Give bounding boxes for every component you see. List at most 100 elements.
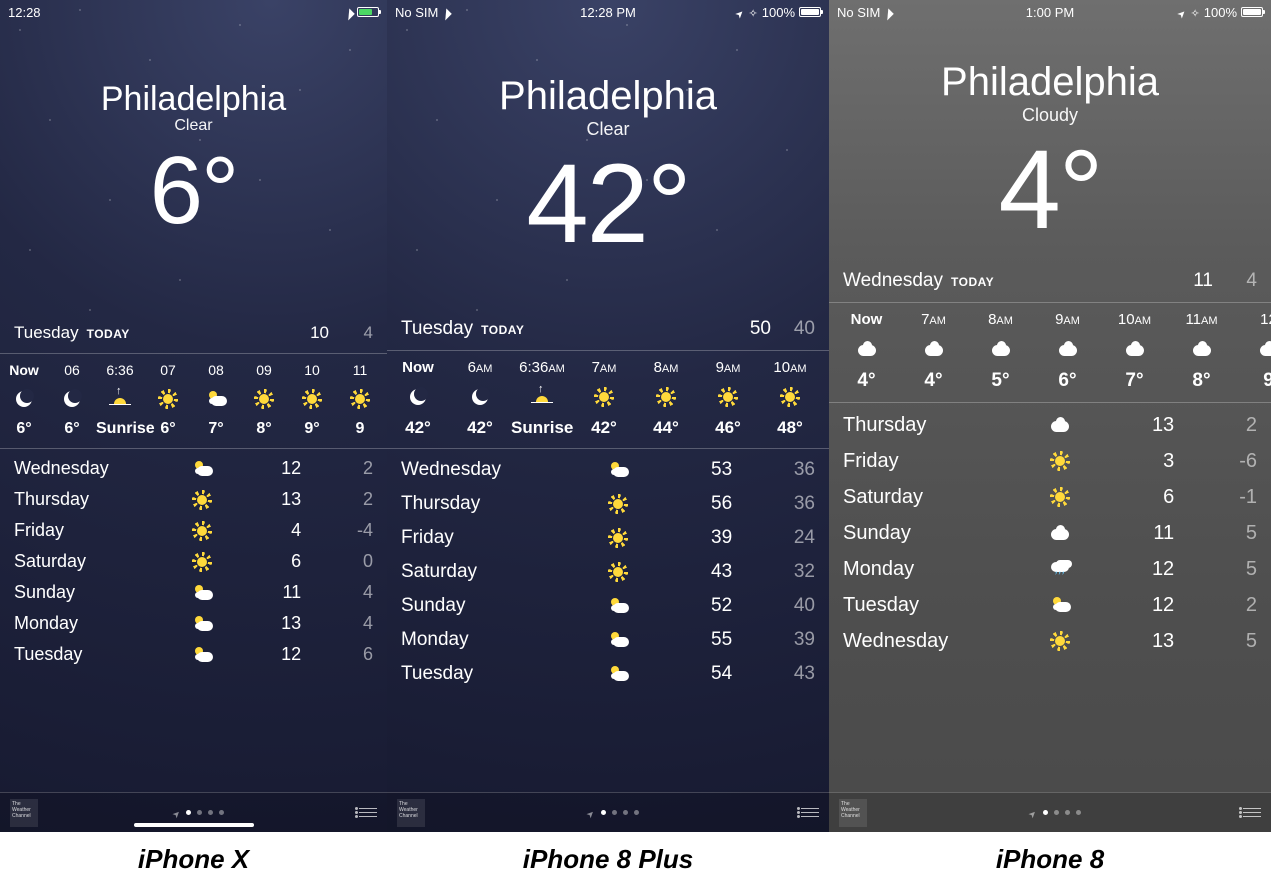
sun-icon (157, 388, 179, 410)
day-icon-wrap (1029, 630, 1091, 652)
cloud-icon (856, 338, 878, 360)
hour-icon-wrap (0, 384, 48, 414)
day-name: Sunday (401, 595, 587, 617)
hourly-slot: 8AM5° (967, 311, 1034, 392)
weather-channel-logo[interactable]: The Weather Channel (10, 799, 38, 827)
hour-value: 9 (1235, 370, 1271, 392)
hour-label: 10AM (1101, 311, 1168, 328)
list-button[interactable] (1243, 808, 1261, 817)
today-high: 11 (1169, 270, 1213, 292)
sun-icon (607, 561, 629, 583)
hour-icon-wrap (144, 384, 192, 414)
current-temp: 42 (387, 148, 829, 260)
sun-icon (1049, 630, 1071, 652)
hour-label: 11AM (1168, 311, 1235, 328)
hour-label: 10AM (759, 359, 821, 376)
partly-icon (607, 663, 629, 685)
hourly-slot: 129 (1235, 311, 1271, 392)
hour-value: 42° (449, 418, 511, 438)
weather-channel-logo[interactable]: The Weather Channel (839, 799, 867, 827)
hourly-slot: 076° (144, 362, 192, 438)
page-dot (186, 810, 191, 815)
daily-row: Friday3924 (401, 521, 815, 555)
hour-label: 11 (336, 362, 384, 378)
phone-iphone-8: No SIM 1:00 PM 100% Philadelphia Cloudy … (829, 0, 1271, 832)
hourly-slot: 7AM4° (900, 311, 967, 392)
daily-forecast[interactable]: Wednesday5336Thursday5636Friday3924Satur… (387, 449, 829, 695)
daily-row: Saturday4332 (401, 555, 815, 589)
daily-row: Monday5539 (401, 623, 815, 657)
city-name: Philadelphia (0, 80, 387, 119)
status-bar: 12:28 (0, 0, 387, 24)
day-icon-wrap (176, 458, 230, 480)
day-name: Thursday (401, 493, 587, 515)
today-high: 10 (285, 323, 329, 343)
hour-icon-wrap (240, 384, 288, 414)
city-name: Philadelphia (387, 74, 829, 119)
current-weather: Philadelphia Cloudy 4 (829, 24, 1271, 246)
home-indicator[interactable] (134, 823, 254, 827)
hourly-slot: 066° (48, 362, 96, 438)
hour-icon-wrap (900, 334, 967, 364)
hourly-slot: Now42° (387, 359, 449, 438)
hour-label: 10 (288, 362, 336, 378)
hourly-forecast[interactable]: Now4°7AM4°8AM5°9AM6°10AM7°11AM8°129 (829, 303, 1271, 402)
cloud-icon (923, 338, 945, 360)
hour-icon-wrap (967, 334, 1034, 364)
moon-icon (407, 386, 429, 408)
day-high: 13 (229, 489, 301, 510)
day-name: Tuesday (14, 644, 176, 665)
daily-forecast[interactable]: Thursday132Friday3-6Saturday6-1Sunday115… (829, 403, 1271, 663)
hourly-slot: 6AM42° (449, 359, 511, 438)
wifi-icon (345, 5, 353, 20)
day-icon-wrap (1029, 594, 1091, 616)
day-low: 0 (301, 551, 373, 572)
hour-value: 42° (387, 418, 449, 438)
day-name: Thursday (14, 489, 176, 510)
partly-icon (191, 613, 213, 635)
hour-icon-wrap (449, 382, 511, 412)
hourly-slot: 10 9° (288, 362, 336, 438)
daily-row: Monday134 (14, 608, 373, 639)
daily-row: Thursday132 (843, 407, 1257, 443)
bottom-toolbar: The Weather Channel (387, 792, 829, 832)
caption-iphone-x: iPhone X (0, 832, 387, 887)
hour-icon-wrap (511, 382, 573, 412)
hour-value: 7° (1101, 370, 1168, 392)
partly-icon (191, 458, 213, 480)
page-indicator[interactable] (173, 804, 225, 822)
hour-label: 6:36AM (511, 359, 573, 376)
day-icon-wrap (587, 527, 649, 549)
day-low: 24 (732, 527, 815, 549)
weather-channel-logo[interactable]: The Weather Channel (397, 799, 425, 827)
hourly-forecast[interactable]: Now6°066°6:36Sunrise076°087°098°109°119 (0, 354, 387, 448)
status-time: 12:28 PM (387, 5, 829, 20)
daily-row: Friday4-4 (14, 515, 373, 546)
list-button[interactable] (359, 808, 377, 817)
today-label: TODAY (951, 275, 994, 289)
hourly-slot: 6:36Sunrise (96, 362, 144, 438)
moon-icon (13, 388, 35, 410)
page-dot (1043, 810, 1048, 815)
day-low: 39 (732, 629, 815, 651)
hourly-forecast[interactable]: Now42°6AM42°6:36AMSunrise7AM42°8AM44°9AM… (387, 351, 829, 448)
today-low: 4 (329, 323, 373, 343)
list-button[interactable] (801, 808, 819, 817)
day-low: 36 (732, 459, 815, 481)
day-low: 5 (1174, 522, 1257, 545)
page-indicator[interactable] (1029, 804, 1081, 822)
day-low: 36 (732, 493, 815, 515)
hour-value: 4° (900, 370, 967, 392)
hour-icon-wrap (573, 382, 635, 412)
day-name: Monday (401, 629, 587, 651)
sun-icon (191, 520, 213, 542)
hour-icon-wrap (635, 382, 697, 412)
hour-value: 9° (288, 420, 336, 438)
day-high: 13 (1091, 414, 1174, 437)
moon-icon (469, 386, 491, 408)
hour-value: 8° (1168, 370, 1235, 392)
daily-forecast[interactable]: Wednesday122Thursday132Friday4-4Saturday… (0, 449, 387, 674)
page-indicator[interactable] (587, 804, 639, 822)
hourly-slot: 9AM46° (697, 359, 759, 438)
page-dot (601, 810, 606, 815)
